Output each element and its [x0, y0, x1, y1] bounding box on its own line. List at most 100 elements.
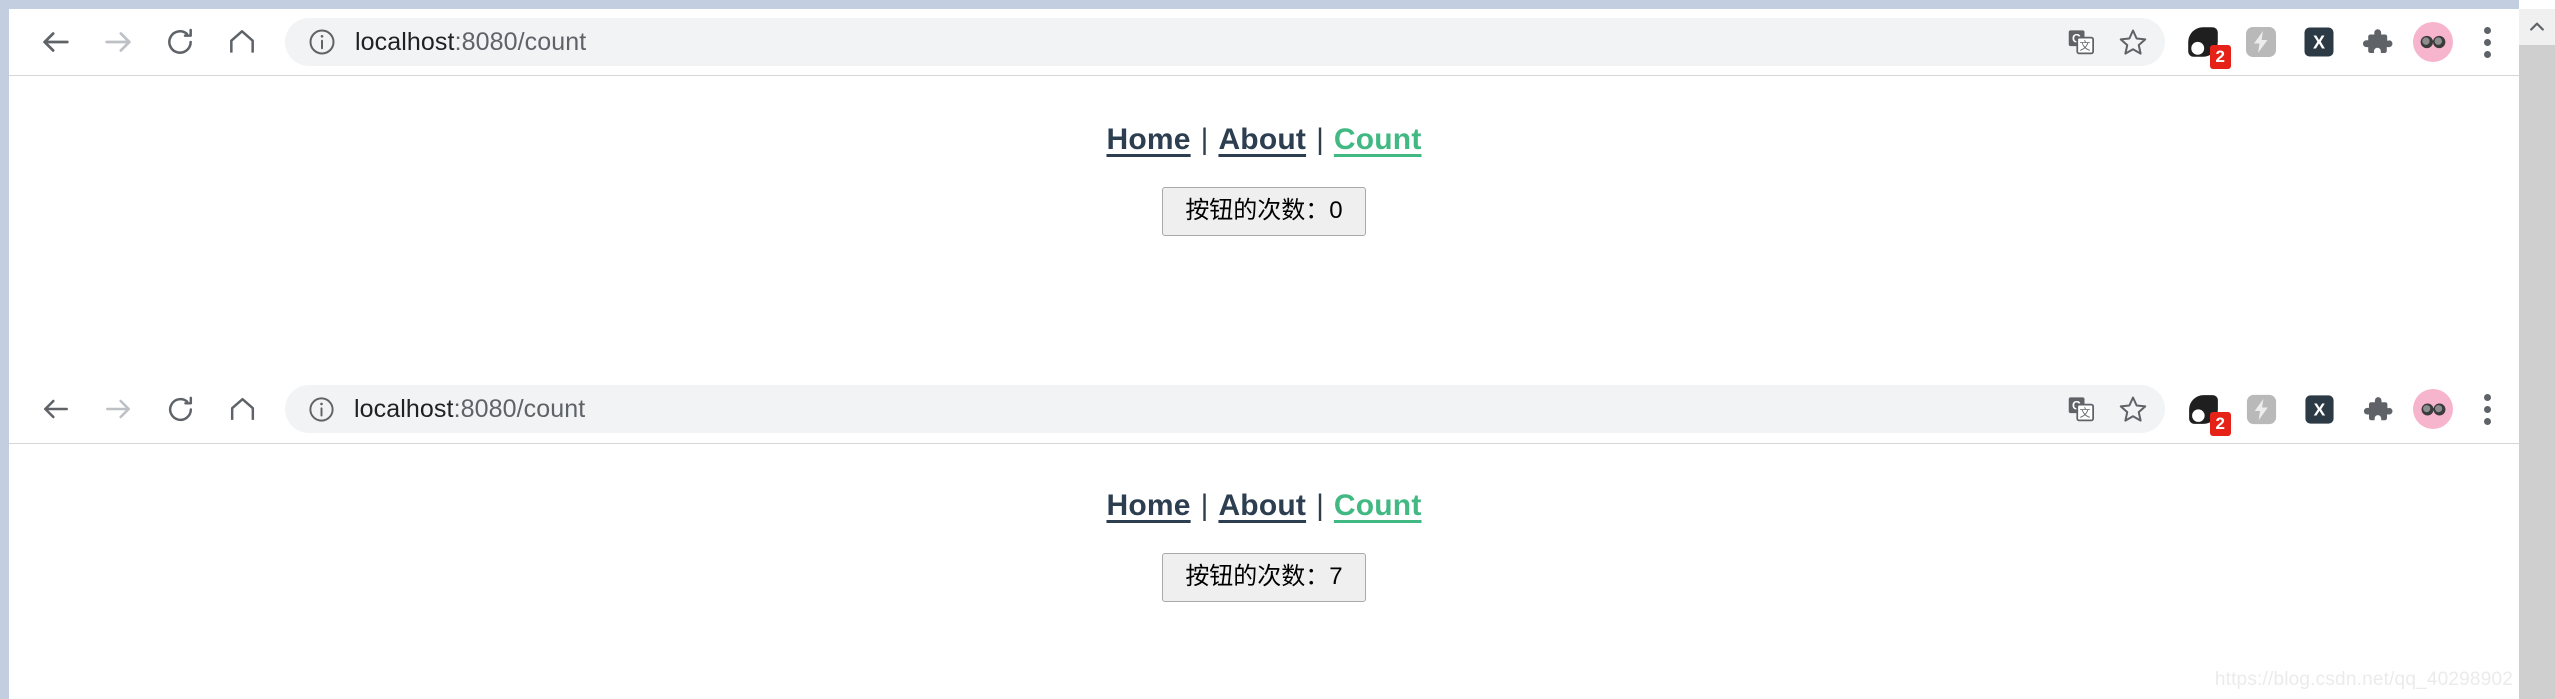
home-icon	[230, 397, 254, 420]
translate-button[interactable]: G 文	[2057, 18, 2105, 66]
reload-icon	[168, 28, 192, 54]
x-letter-glyph-icon: X	[2304, 27, 2334, 57]
chevron-up-icon	[2530, 22, 2544, 31]
lightning-bolt-glyph-icon	[2246, 27, 2276, 57]
extension-badge-count: 2	[2209, 412, 2231, 436]
url-text: localhost:8080/count	[355, 30, 586, 55]
browser-window-bottom: localhost:8080/count G 文	[9, 375, 2519, 699]
nav-separator: |	[1316, 489, 1324, 522]
site-info-icon[interactable]	[307, 27, 337, 57]
back-arrow-icon	[43, 32, 69, 52]
menu-dot-icon	[2483, 417, 2491, 425]
menu-dot-icon	[2483, 38, 2491, 46]
back-arrow-icon	[44, 399, 68, 419]
bookmark-button[interactable]	[2109, 385, 2157, 433]
address-bar[interactable]: localhost:8080/count G 文	[285, 18, 2165, 66]
home-button[interactable]	[211, 11, 273, 73]
url-host: localhost	[355, 29, 455, 55]
menu-dot-icon	[2483, 405, 2491, 413]
reload-button[interactable]	[149, 378, 211, 440]
forward-arrow-icon	[106, 399, 130, 419]
extension-badge-count: 2	[2209, 45, 2231, 69]
navigation-button-group-bottom	[9, 378, 273, 440]
puzzle-extensions-icon[interactable]	[2355, 20, 2399, 64]
sunglasses-avatar-icon	[2421, 403, 2445, 415]
count-button-row-bottom: 按钮的次数：7	[9, 523, 2519, 602]
chrome-menu-button[interactable]	[2465, 383, 2509, 435]
watermark-text: https://blog.csdn.net/qq_40298902	[2214, 669, 2513, 690]
back-button[interactable]	[25, 378, 87, 440]
nav-link-count[interactable]: Count	[1334, 123, 1422, 156]
browser-window-top: localhost:8080/count G 文	[9, 9, 2519, 375]
window-chrome-left-edge	[0, 0, 9, 699]
translate-icon: G 文	[2068, 30, 2095, 55]
puzzle-piece-glyph-icon	[2363, 396, 2392, 420]
star-icon	[2119, 29, 2147, 55]
svg-text:X: X	[2313, 32, 2325, 52]
count-button-row-top: 按钮的次数：0	[9, 157, 2519, 236]
navigation-button-group-top	[9, 11, 273, 73]
url-path: :8080/count	[454, 29, 587, 55]
page-content-bottom: Home | About | Count 按钮的次数：7	[9, 444, 2519, 698]
lightning-extension-icon[interactable]	[2239, 387, 2283, 431]
count-button[interactable]: 按钮的次数：0	[1162, 187, 1366, 236]
x-extension-icon[interactable]: X	[2297, 387, 2341, 431]
nav-separator: |	[1316, 123, 1324, 156]
reload-button[interactable]	[149, 11, 211, 73]
site-nav-bottom: Home | About | Count	[9, 444, 2519, 523]
pocket-casts-extension-icon[interactable]: 2	[2181, 387, 2231, 436]
count-button[interactable]: 按钮的次数：7	[1162, 553, 1366, 602]
page-scrollbar[interactable]	[2519, 9, 2555, 699]
svg-text:X: X	[2313, 399, 2325, 419]
puzzle-piece-glyph-icon	[2362, 29, 2393, 54]
site-nav-top: Home | About | Count	[9, 76, 2519, 157]
browser-toolbar-bottom: localhost:8080/count G 文	[9, 375, 2519, 444]
translate-button[interactable]: G 文	[2057, 385, 2105, 433]
menu-dot-icon	[2483, 26, 2491, 34]
screenshot-root: localhost:8080/count G 文	[0, 0, 2555, 699]
nav-link-about[interactable]: About	[1218, 489, 1306, 522]
chrome-menu-button[interactable]	[2465, 16, 2509, 68]
sunglasses-avatar-icon	[2420, 35, 2446, 49]
home-button[interactable]	[211, 378, 273, 440]
x-letter-glyph-icon: X	[2304, 394, 2334, 424]
reload-icon	[168, 396, 192, 421]
nav-link-home[interactable]: Home	[1106, 489, 1190, 522]
scroll-up-button[interactable]	[2519, 9, 2555, 45]
puzzle-extensions-icon[interactable]	[2355, 387, 2399, 431]
extensions-strip-bottom: 2 X	[2165, 387, 2459, 436]
svg-text:文: 文	[2079, 39, 2090, 53]
page-content-top: Home | About | Count 按钮的次数：0	[9, 76, 2519, 374]
forward-arrow-icon	[105, 32, 131, 52]
menu-dot-icon	[2483, 50, 2491, 58]
nav-link-about[interactable]: About	[1218, 123, 1306, 156]
address-bar[interactable]: localhost:8080/count G 文	[285, 385, 2165, 433]
url-host: localhost	[354, 396, 454, 422]
extensions-strip-top: 2 X	[2165, 20, 2459, 69]
x-extension-icon[interactable]: X	[2297, 20, 2341, 64]
nav-separator: |	[1200, 123, 1209, 156]
nav-link-home[interactable]: Home	[1106, 123, 1190, 156]
omnibox-actions-bottom: G 文	[2047, 385, 2165, 433]
omnibox-actions-top: G 文	[2047, 18, 2165, 66]
url-path: :8080/count	[453, 396, 586, 422]
home-icon	[230, 30, 254, 53]
star-icon	[2119, 396, 2147, 422]
url-text: localhost:8080/count	[354, 397, 585, 422]
menu-dot-icon	[2483, 393, 2491, 401]
site-info-icon[interactable]	[307, 395, 336, 424]
pocket-casts-extension-icon[interactable]: 2	[2181, 20, 2231, 69]
nav-link-count[interactable]: Count	[1334, 489, 1422, 522]
lightning-extension-icon[interactable]	[2239, 20, 2283, 64]
translate-icon: G 文	[2068, 397, 2095, 422]
window-chrome-top-edge	[0, 0, 2519, 9]
avatar[interactable]	[2413, 22, 2453, 62]
browser-toolbar-top: localhost:8080/count G 文	[9, 9, 2519, 76]
bookmark-button[interactable]	[2109, 18, 2157, 66]
back-button[interactable]	[25, 11, 87, 73]
avatar[interactable]	[2413, 389, 2453, 429]
forward-button[interactable]	[87, 11, 149, 73]
nav-separator: |	[1200, 489, 1209, 522]
svg-text:文: 文	[2079, 406, 2090, 420]
forward-button[interactable]	[87, 378, 149, 440]
